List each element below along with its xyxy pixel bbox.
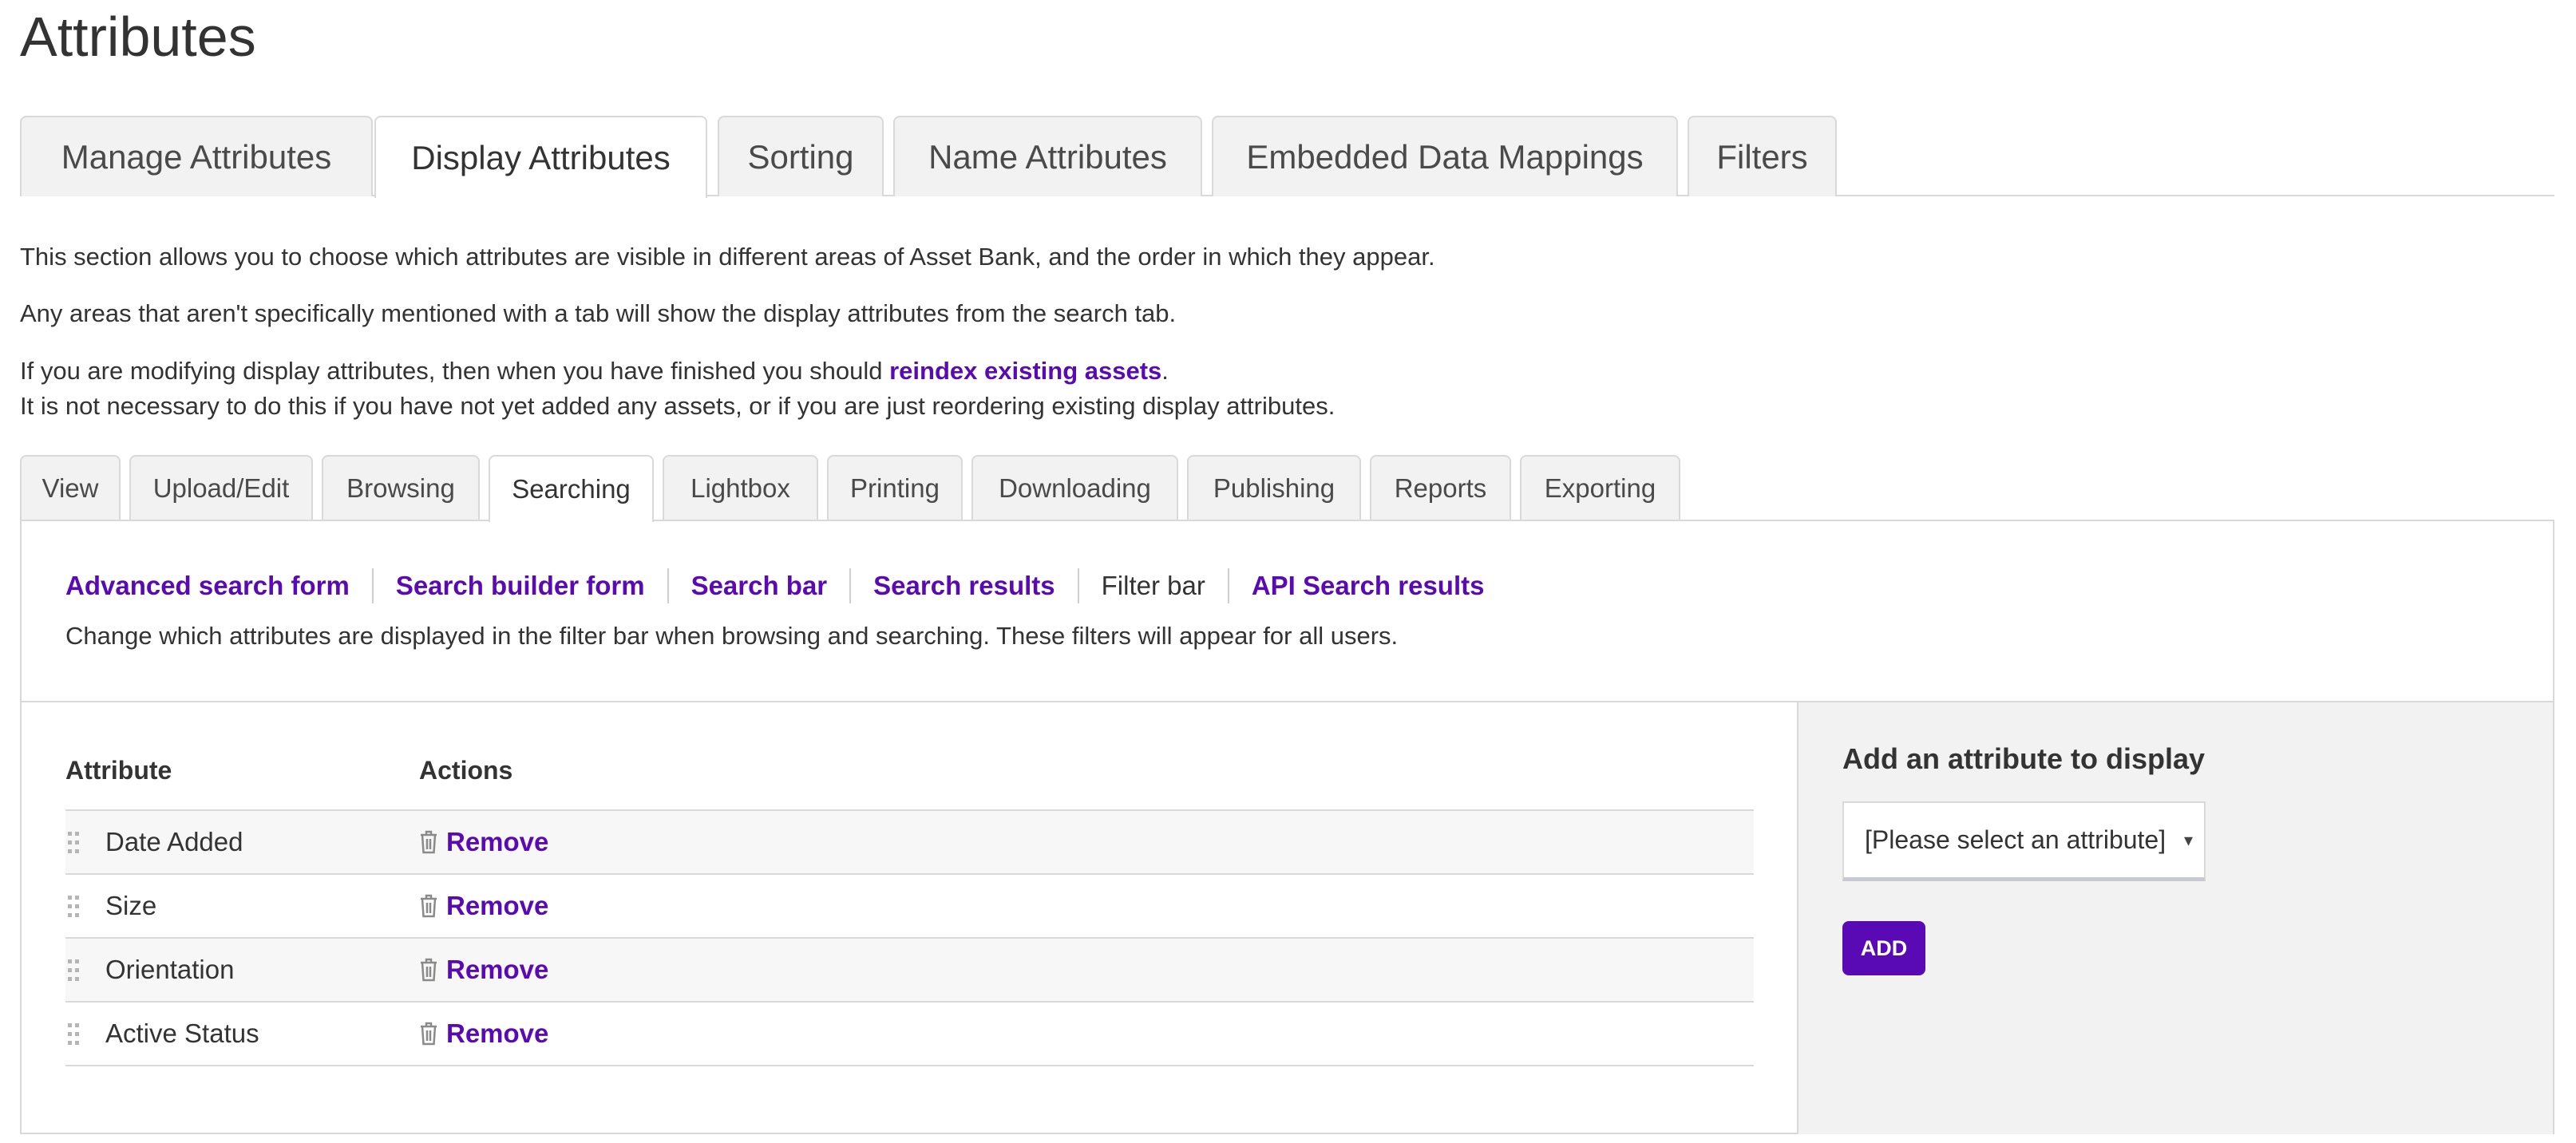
subtab-downloading[interactable]: Downloading bbox=[971, 455, 1178, 520]
link-separator bbox=[371, 568, 374, 603]
attribute-select[interactable]: [Please select an attribute] ▾ bbox=[1842, 801, 2206, 881]
remove-button[interactable]: Remove bbox=[419, 953, 548, 987]
intro-line-4: It is not necessary to do this if you ha… bbox=[20, 392, 1335, 420]
subtab-publishing[interactable]: Publishing bbox=[1187, 455, 1361, 520]
subtab-view[interactable]: View bbox=[20, 455, 121, 520]
trash-icon bbox=[421, 894, 437, 918]
attribute-name: Size bbox=[105, 891, 157, 920]
link-api-search-results[interactable]: API Search results bbox=[1252, 571, 1485, 601]
tab-filters[interactable]: Filters bbox=[1688, 116, 1837, 196]
intro-line-3-prefix: If you are modifying display attributes,… bbox=[20, 357, 890, 385]
tab-name-attributes[interactable]: Name Attributes bbox=[893, 116, 1202, 196]
table-row: Orientation Remove bbox=[65, 937, 1754, 1001]
subtab-lightbox[interactable]: Lightbox bbox=[663, 455, 818, 520]
subtab-upload-edit[interactable]: Upload/Edit bbox=[129, 455, 313, 520]
remove-button[interactable]: Remove bbox=[419, 1017, 548, 1050]
trash-icon bbox=[421, 958, 437, 982]
remove-label: Remove bbox=[446, 955, 549, 984]
attribute-name: Orientation bbox=[105, 955, 235, 984]
subtab-exporting[interactable]: Exporting bbox=[1520, 455, 1680, 520]
attribute-column-header: Attribute bbox=[65, 756, 172, 785]
link-filter-bar: Filter bar bbox=[1101, 571, 1205, 600]
remove-label: Remove bbox=[446, 1018, 549, 1048]
tab-embedded-data-mappings[interactable]: Embedded Data Mappings bbox=[1212, 116, 1678, 196]
link-separator bbox=[667, 568, 669, 603]
link-search-bar[interactable]: Search bar bbox=[691, 571, 828, 601]
select-arrow-icon: ▾ bbox=[2183, 830, 2193, 850]
trash-icon bbox=[421, 1022, 437, 1046]
remove-button[interactable]: Remove bbox=[419, 825, 548, 859]
remove-label: Remove bbox=[446, 891, 549, 920]
tab-sorting[interactable]: Sorting bbox=[718, 116, 884, 196]
subtab-browsing[interactable]: Browsing bbox=[322, 455, 480, 520]
main-tabs: Manage Attributes Display Attributes Sor… bbox=[20, 116, 2554, 198]
link-separator bbox=[1077, 568, 1079, 603]
attributes-table: Date Added Remove Size Remove Orientatio… bbox=[65, 809, 1754, 1066]
trash-icon bbox=[421, 830, 437, 854]
search-area-links: Advanced search form Search builder form… bbox=[65, 566, 1484, 606]
remove-label: Remove bbox=[446, 827, 549, 856]
tab-manage-attributes[interactable]: Manage Attributes bbox=[20, 116, 373, 196]
remove-button[interactable]: Remove bbox=[419, 889, 548, 923]
attributes-section: Attribute Actions Date Added Remove Size… bbox=[22, 701, 2553, 1134]
link-separator bbox=[1227, 568, 1229, 603]
table-row: Date Added Remove bbox=[65, 809, 1754, 873]
subtab-printing[interactable]: Printing bbox=[827, 455, 963, 520]
intro-line-3: If you are modifying display attributes,… bbox=[20, 354, 1169, 389]
drag-handle-icon[interactable] bbox=[65, 894, 81, 920]
subtab-reports[interactable]: Reports bbox=[1370, 455, 1511, 520]
subtab-searching[interactable]: Searching bbox=[489, 455, 654, 522]
reindex-assets-link[interactable]: reindex existing assets bbox=[889, 357, 1161, 385]
drag-handle-icon[interactable] bbox=[65, 830, 81, 856]
intro-line-3-suffix: . bbox=[1161, 357, 1169, 385]
attribute-name: Active Status bbox=[105, 1018, 259, 1048]
page-title: Attributes bbox=[20, 6, 256, 68]
add-attribute-panel: Add an attribute to display [Please sele… bbox=[1797, 702, 2553, 1134]
table-row: Size Remove bbox=[65, 873, 1754, 937]
display-area-tabs: View Upload/Edit Browsing Searching Ligh… bbox=[20, 455, 2554, 522]
table-row: Active Status Remove bbox=[65, 1001, 1754, 1066]
intro-line-2: Any areas that aren't specifically menti… bbox=[20, 299, 1177, 327]
actions-column-header: Actions bbox=[419, 756, 513, 785]
link-advanced-search-form[interactable]: Advanced search form bbox=[65, 571, 350, 601]
intro-line-1: This section allows you to choose which … bbox=[20, 243, 1435, 271]
link-search-results[interactable]: Search results bbox=[873, 571, 1055, 601]
add-button[interactable]: ADD bbox=[1842, 921, 1925, 975]
tab-display-attributes[interactable]: Display Attributes bbox=[374, 116, 707, 198]
link-search-builder-form[interactable]: Search builder form bbox=[396, 571, 645, 601]
searching-panel: Advanced search form Search builder form… bbox=[20, 520, 2554, 1134]
attribute-select-value: [Please select an attribute] bbox=[1865, 825, 2166, 854]
panel-description: Change which attributes are displayed in… bbox=[65, 622, 1399, 650]
attribute-name: Date Added bbox=[105, 827, 243, 856]
link-separator bbox=[849, 568, 852, 603]
drag-handle-icon[interactable] bbox=[65, 958, 81, 983]
add-attribute-title: Add an attribute to display bbox=[1842, 742, 2206, 775]
drag-handle-icon[interactable] bbox=[65, 1022, 81, 1047]
